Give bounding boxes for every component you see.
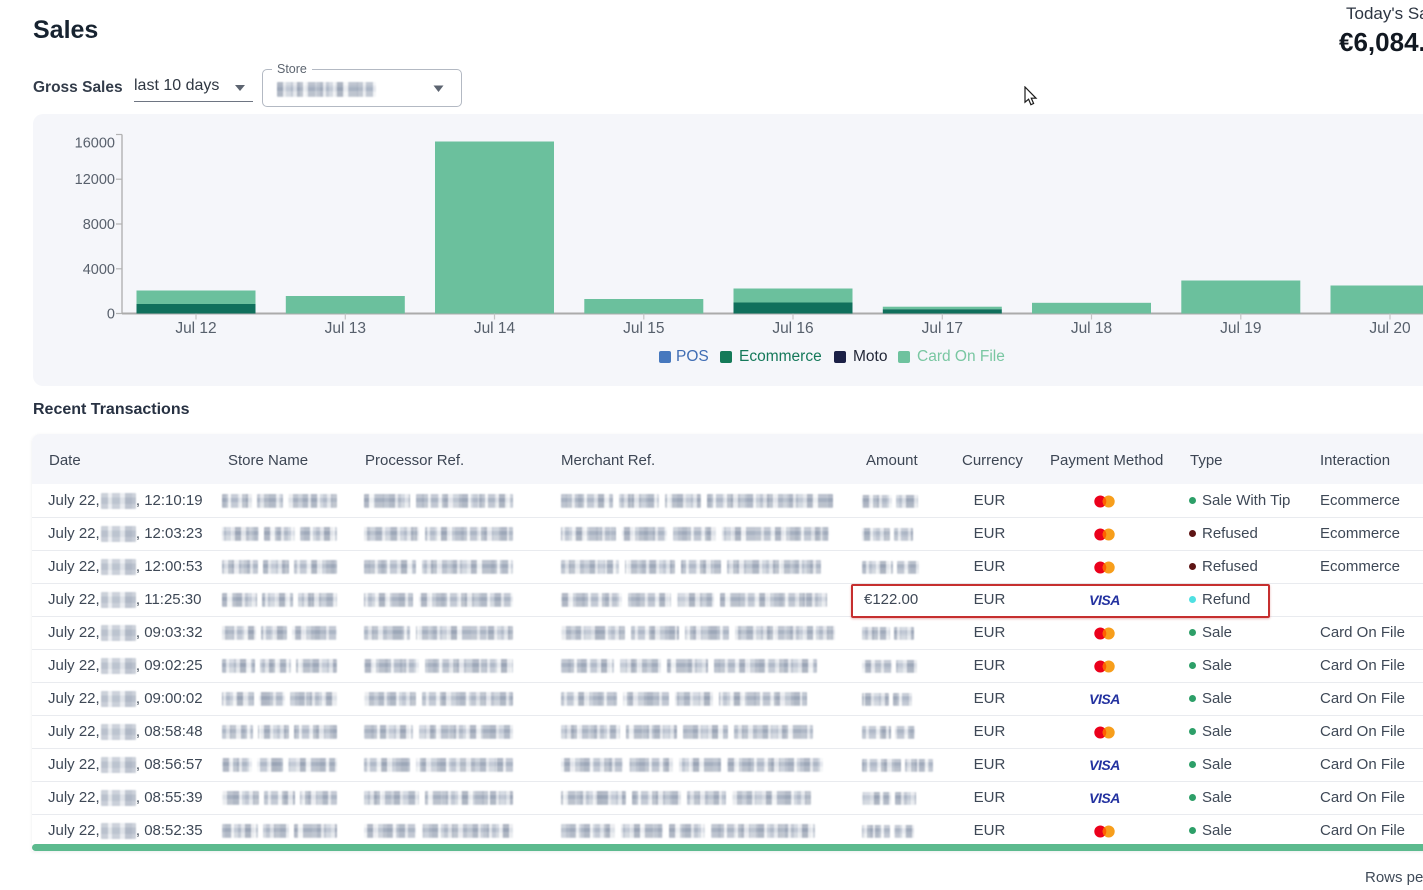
svg-text:Jul 15: Jul 15 — [623, 320, 664, 337]
svg-text:Jul 14: Jul 14 — [474, 320, 516, 337]
svg-text:Jul 20: Jul 20 — [1369, 320, 1411, 337]
svg-text:Jul 19: Jul 19 — [1220, 320, 1261, 337]
svg-text:12000: 12000 — [75, 172, 115, 188]
svg-text:0: 0 — [107, 307, 115, 323]
svg-text:16000: 16000 — [75, 135, 115, 151]
svg-text:8000: 8000 — [83, 217, 115, 233]
svg-text:Jul 12: Jul 12 — [175, 320, 216, 337]
svg-text:Jul 16: Jul 16 — [772, 320, 813, 337]
svg-text:Jul 13: Jul 13 — [325, 320, 366, 337]
svg-text:4000: 4000 — [83, 262, 115, 278]
svg-text:Jul 18: Jul 18 — [1071, 320, 1112, 337]
svg-text:Jul 17: Jul 17 — [922, 320, 963, 337]
